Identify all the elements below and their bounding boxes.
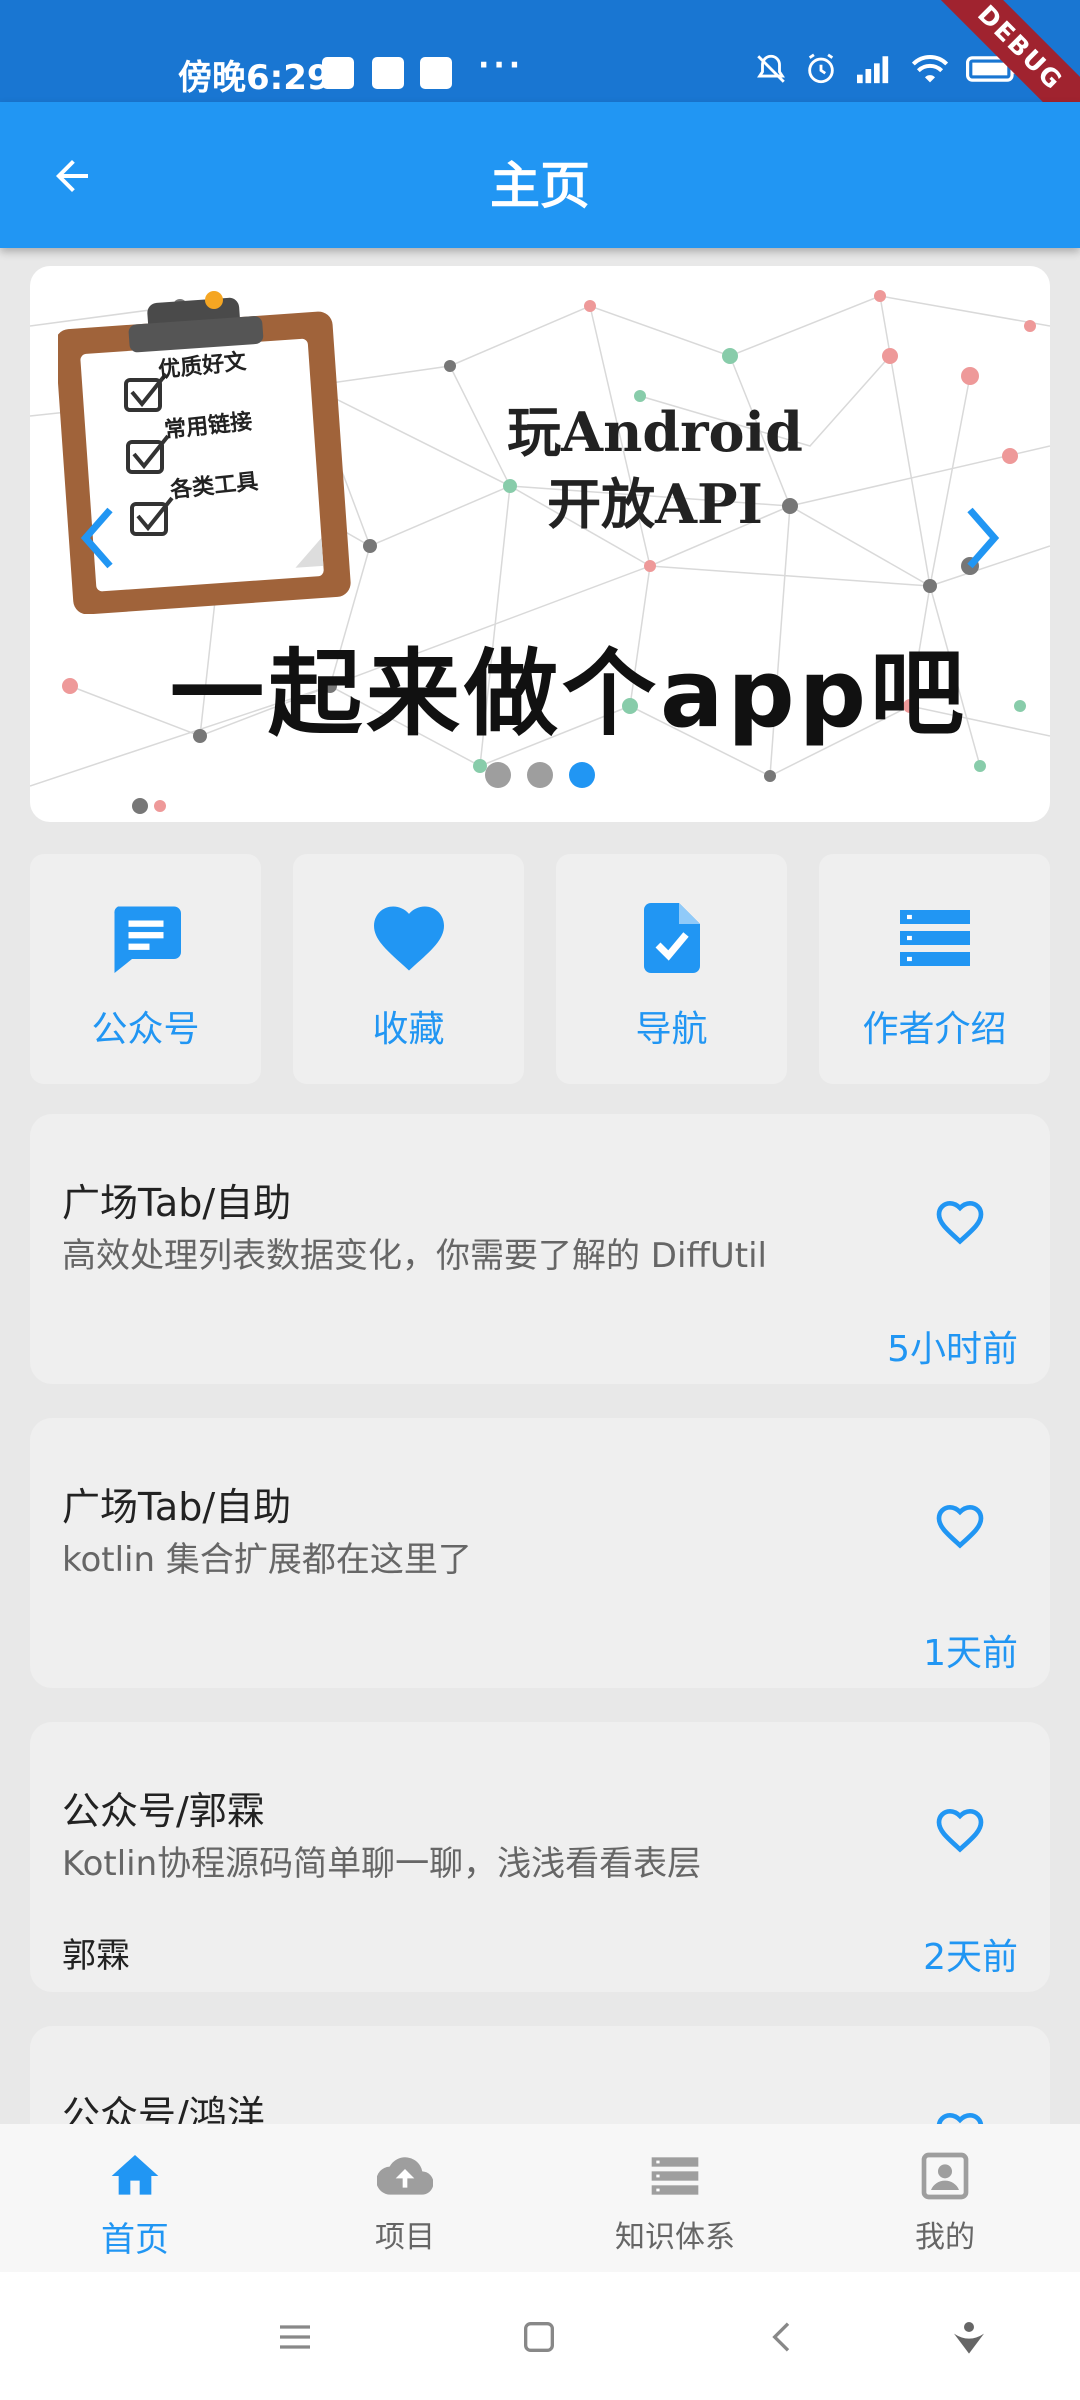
nav-home[interactable]: 首页 (0, 2124, 270, 2272)
nav-projects[interactable]: 项目 (270, 2124, 540, 2272)
chevron-right-icon (967, 507, 1000, 569)
notification-icon (420, 57, 452, 89)
signal-icon (857, 56, 889, 84)
alarm-icon (808, 53, 834, 84)
article-time: 1天前 (923, 1633, 1018, 1674)
menu-label: 收藏 (372, 1009, 445, 1050)
recent-apps-button[interactable] (270, 2312, 320, 2362)
chat-icon (113, 906, 181, 973)
chevron-left-icon (80, 507, 113, 569)
article-time: 2天前 (923, 1937, 1018, 1978)
notification-icon (372, 57, 404, 89)
menu-navigation[interactable]: 导航 (556, 854, 787, 1084)
app-bar: 主页 (0, 102, 1080, 248)
nav-label: 首页 (101, 2220, 169, 2260)
menu-favorites[interactable]: 收藏 (293, 854, 524, 1084)
cloud-upload-icon (377, 2157, 433, 2195)
article-author: 郭霖 (62, 1936, 130, 1976)
banner-page-indicator (30, 762, 1050, 788)
page-dot-active[interactable] (569, 762, 595, 788)
mute-bell-icon (757, 54, 785, 83)
menu-label: 导航 (635, 1009, 708, 1050)
status-time: 傍晚6:29 (178, 58, 331, 98)
quick-menu: 公众号 收藏 导航 作者介绍 (30, 854, 1050, 1084)
menu-label: 公众号 (91, 1009, 200, 1050)
chevron-left-icon (772, 2322, 790, 2352)
document-check-icon (643, 903, 700, 973)
list-icon (899, 910, 970, 966)
article-card[interactable]: 广场Tab/自助 高效处理列表数据变化，你需要了解的 DiffUtil 5小时前 (30, 1114, 1050, 1384)
heart-icon (373, 906, 444, 971)
system-navigation-bar (0, 2272, 1080, 2400)
storage-icon (651, 2157, 699, 2195)
banner-slogan: 一起来做个app吧 (170, 640, 969, 749)
article-card[interactable]: 公众号/郭霖 Kotlin协程源码简单聊一聊，浅浅看看表层 郭霖 2天前 (30, 1722, 1050, 1992)
favorite-outline-icon[interactable] (932, 1802, 988, 1858)
article-time: 5小时前 (887, 1329, 1018, 1370)
notification-icon (322, 57, 354, 89)
back-system-button[interactable] (758, 2312, 808, 2362)
page-title: 主页 (490, 157, 590, 215)
menu-lines-icon (280, 2325, 310, 2349)
article-title: kotlin 集合扩展都在这里了 (62, 1540, 472, 1580)
page-dot[interactable] (485, 762, 511, 788)
assistant-icon (954, 2322, 984, 2354)
article-title: Kotlin协程源码简单聊一聊，浅浅看看表层 (62, 1844, 702, 1884)
favorite-outline-icon[interactable] (932, 1194, 988, 1250)
banner-prev-button[interactable] (66, 498, 126, 578)
nav-label: 项目 (375, 2220, 435, 2255)
more-notifications-icon: ··· (478, 48, 525, 83)
nav-label: 我的 (915, 2220, 975, 2255)
banner-headline: 玩Android 开放API (430, 396, 880, 540)
wifi-icon (911, 55, 949, 83)
nav-knowledge[interactable]: 知识体系 (540, 2124, 810, 2272)
nav-label: 知识体系 (615, 2220, 735, 2255)
menu-label: 作者介绍 (862, 1009, 1007, 1050)
banner-headline-line1: 玩Android (507, 400, 803, 464)
banner-carousel[interactable]: 优质好文 常用链接 各类工具 玩Android 开放API 一起来做个app吧 (30, 266, 1050, 822)
article-card[interactable]: 广场Tab/自助 kotlin 集合扩展都在这里了 1天前 (30, 1418, 1050, 1688)
banner-headline-line2: 开放API (547, 472, 763, 536)
home-system-button[interactable] (514, 2312, 564, 2362)
home-icon (111, 2155, 159, 2195)
article-title: 高效处理列表数据变化，你需要了解的 DiffUtil (62, 1236, 767, 1276)
assistant-button[interactable] (944, 2312, 994, 2362)
bottom-navigation: 首页 项目 知识体系 我的 (0, 2124, 1080, 2272)
status-bar: 傍晚6:29 ··· DEBUG (0, 0, 1080, 156)
banner-next-button[interactable] (954, 498, 1014, 578)
account-box-icon (921, 2152, 969, 2200)
menu-author-intro[interactable]: 作者介绍 (819, 854, 1050, 1084)
page-dot[interactable] (527, 762, 553, 788)
square-icon (524, 2322, 554, 2352)
favorite-outline-icon[interactable] (932, 1498, 988, 1554)
article-category: 广场Tab/自助 (62, 1485, 292, 1529)
article-category: 广场Tab/自助 (62, 1181, 292, 1225)
article-category: 公众号/郭霖 (62, 1789, 265, 1833)
nav-mine[interactable]: 我的 (810, 2124, 1080, 2272)
menu-wechat-accounts[interactable]: 公众号 (30, 854, 261, 1084)
